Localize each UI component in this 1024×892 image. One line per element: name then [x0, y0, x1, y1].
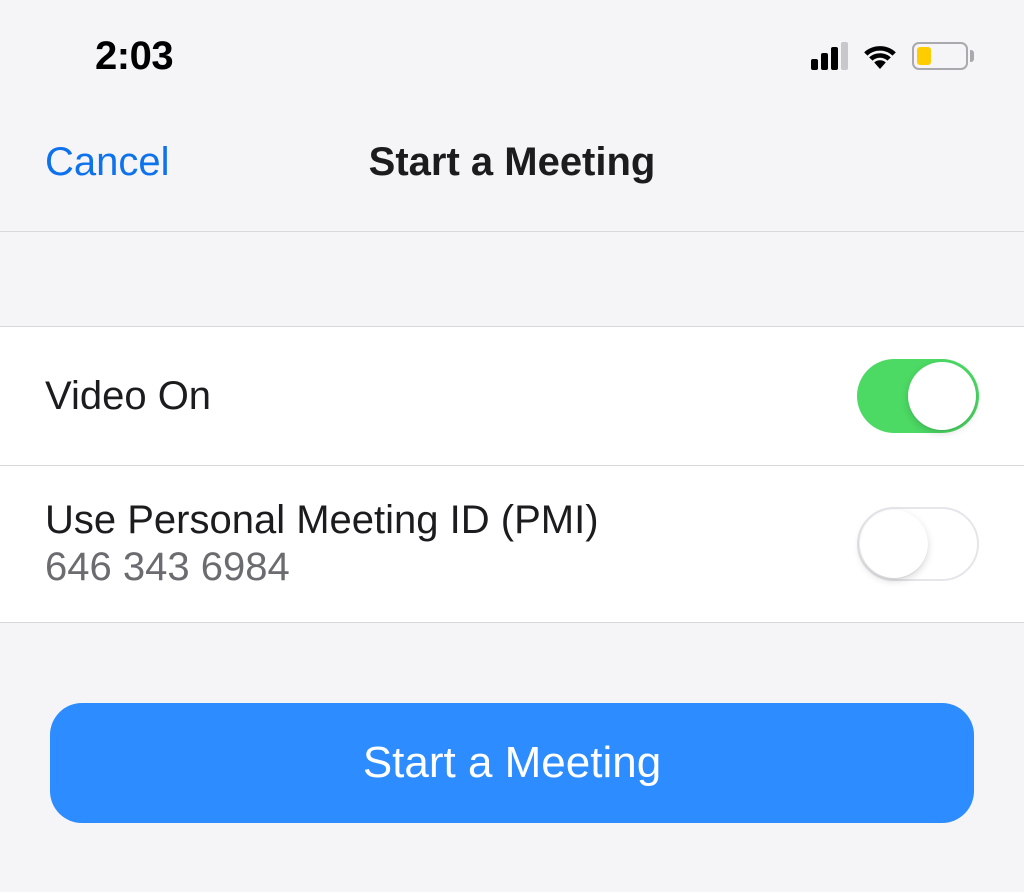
status-time: 2:03 — [95, 34, 173, 79]
pmi-label: Use Personal Meeting ID (PMI) — [45, 498, 599, 543]
cellular-signal-icon — [811, 42, 848, 70]
video-on-row: Video On — [0, 327, 1024, 466]
start-meeting-button[interactable]: Start a Meeting — [50, 703, 974, 823]
action-container: Start a Meeting — [0, 623, 1024, 823]
status-icons — [811, 39, 974, 74]
status-bar: 2:03 — [0, 0, 1024, 100]
page-title: Start a Meeting — [369, 140, 656, 185]
nav-header: Cancel Start a Meeting — [0, 100, 1024, 232]
wifi-icon — [860, 39, 900, 74]
cancel-button[interactable]: Cancel — [45, 140, 170, 185]
pmi-row: Use Personal Meeting ID (PMI) 646 343 69… — [0, 466, 1024, 623]
pmi-value: 646 343 6984 — [45, 545, 599, 590]
pmi-toggle[interactable] — [857, 507, 979, 581]
video-on-label: Video On — [45, 374, 211, 419]
section-spacer — [0, 232, 1024, 327]
battery-icon — [912, 42, 974, 70]
video-on-toggle[interactable] — [857, 359, 979, 433]
